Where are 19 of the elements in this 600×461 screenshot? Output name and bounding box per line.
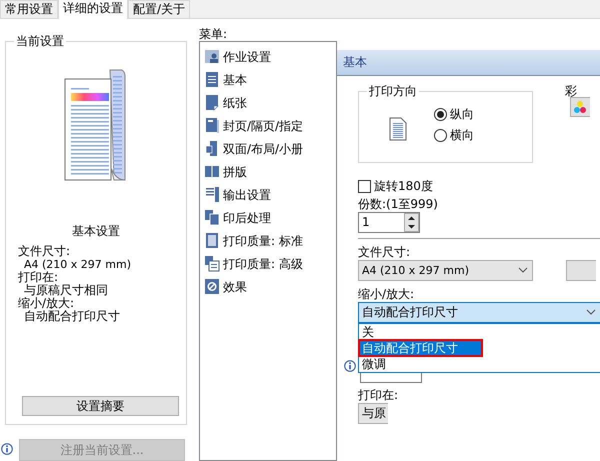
color-label: 彩 — [565, 84, 578, 98]
setting-label: 打印在: — [18, 271, 58, 284]
setting-value: A4 (210 x 297 mm) — [24, 258, 132, 272]
setting-label: 文件尺寸: — [18, 245, 70, 258]
radio-label: 纵向 — [450, 107, 474, 122]
setting-value: 自动配合打印尺寸 — [23, 310, 120, 324]
print-on-label: 打印在: — [358, 388, 398, 403]
setting-value: 与原稿尺寸相同 — [24, 284, 108, 298]
group-title: 打印方向 — [367, 83, 419, 99]
group-title: 当前设置 — [14, 33, 66, 49]
radio-label: 横向 — [450, 128, 474, 143]
setting-label: 缩小/放大: — [18, 297, 74, 310]
copies-label: 份数:(1至999) — [358, 197, 438, 212]
menu-label: 菜单: — [199, 27, 228, 42]
paper-size-label: 文件尺寸: — [358, 244, 410, 260]
zoom-label: 缩小/放大: — [358, 286, 414, 302]
checkbox-label: 旋转180度 — [374, 179, 433, 194]
panel-title: 基本 — [337, 50, 600, 76]
section-heading: 基本设置 — [71, 224, 121, 238]
